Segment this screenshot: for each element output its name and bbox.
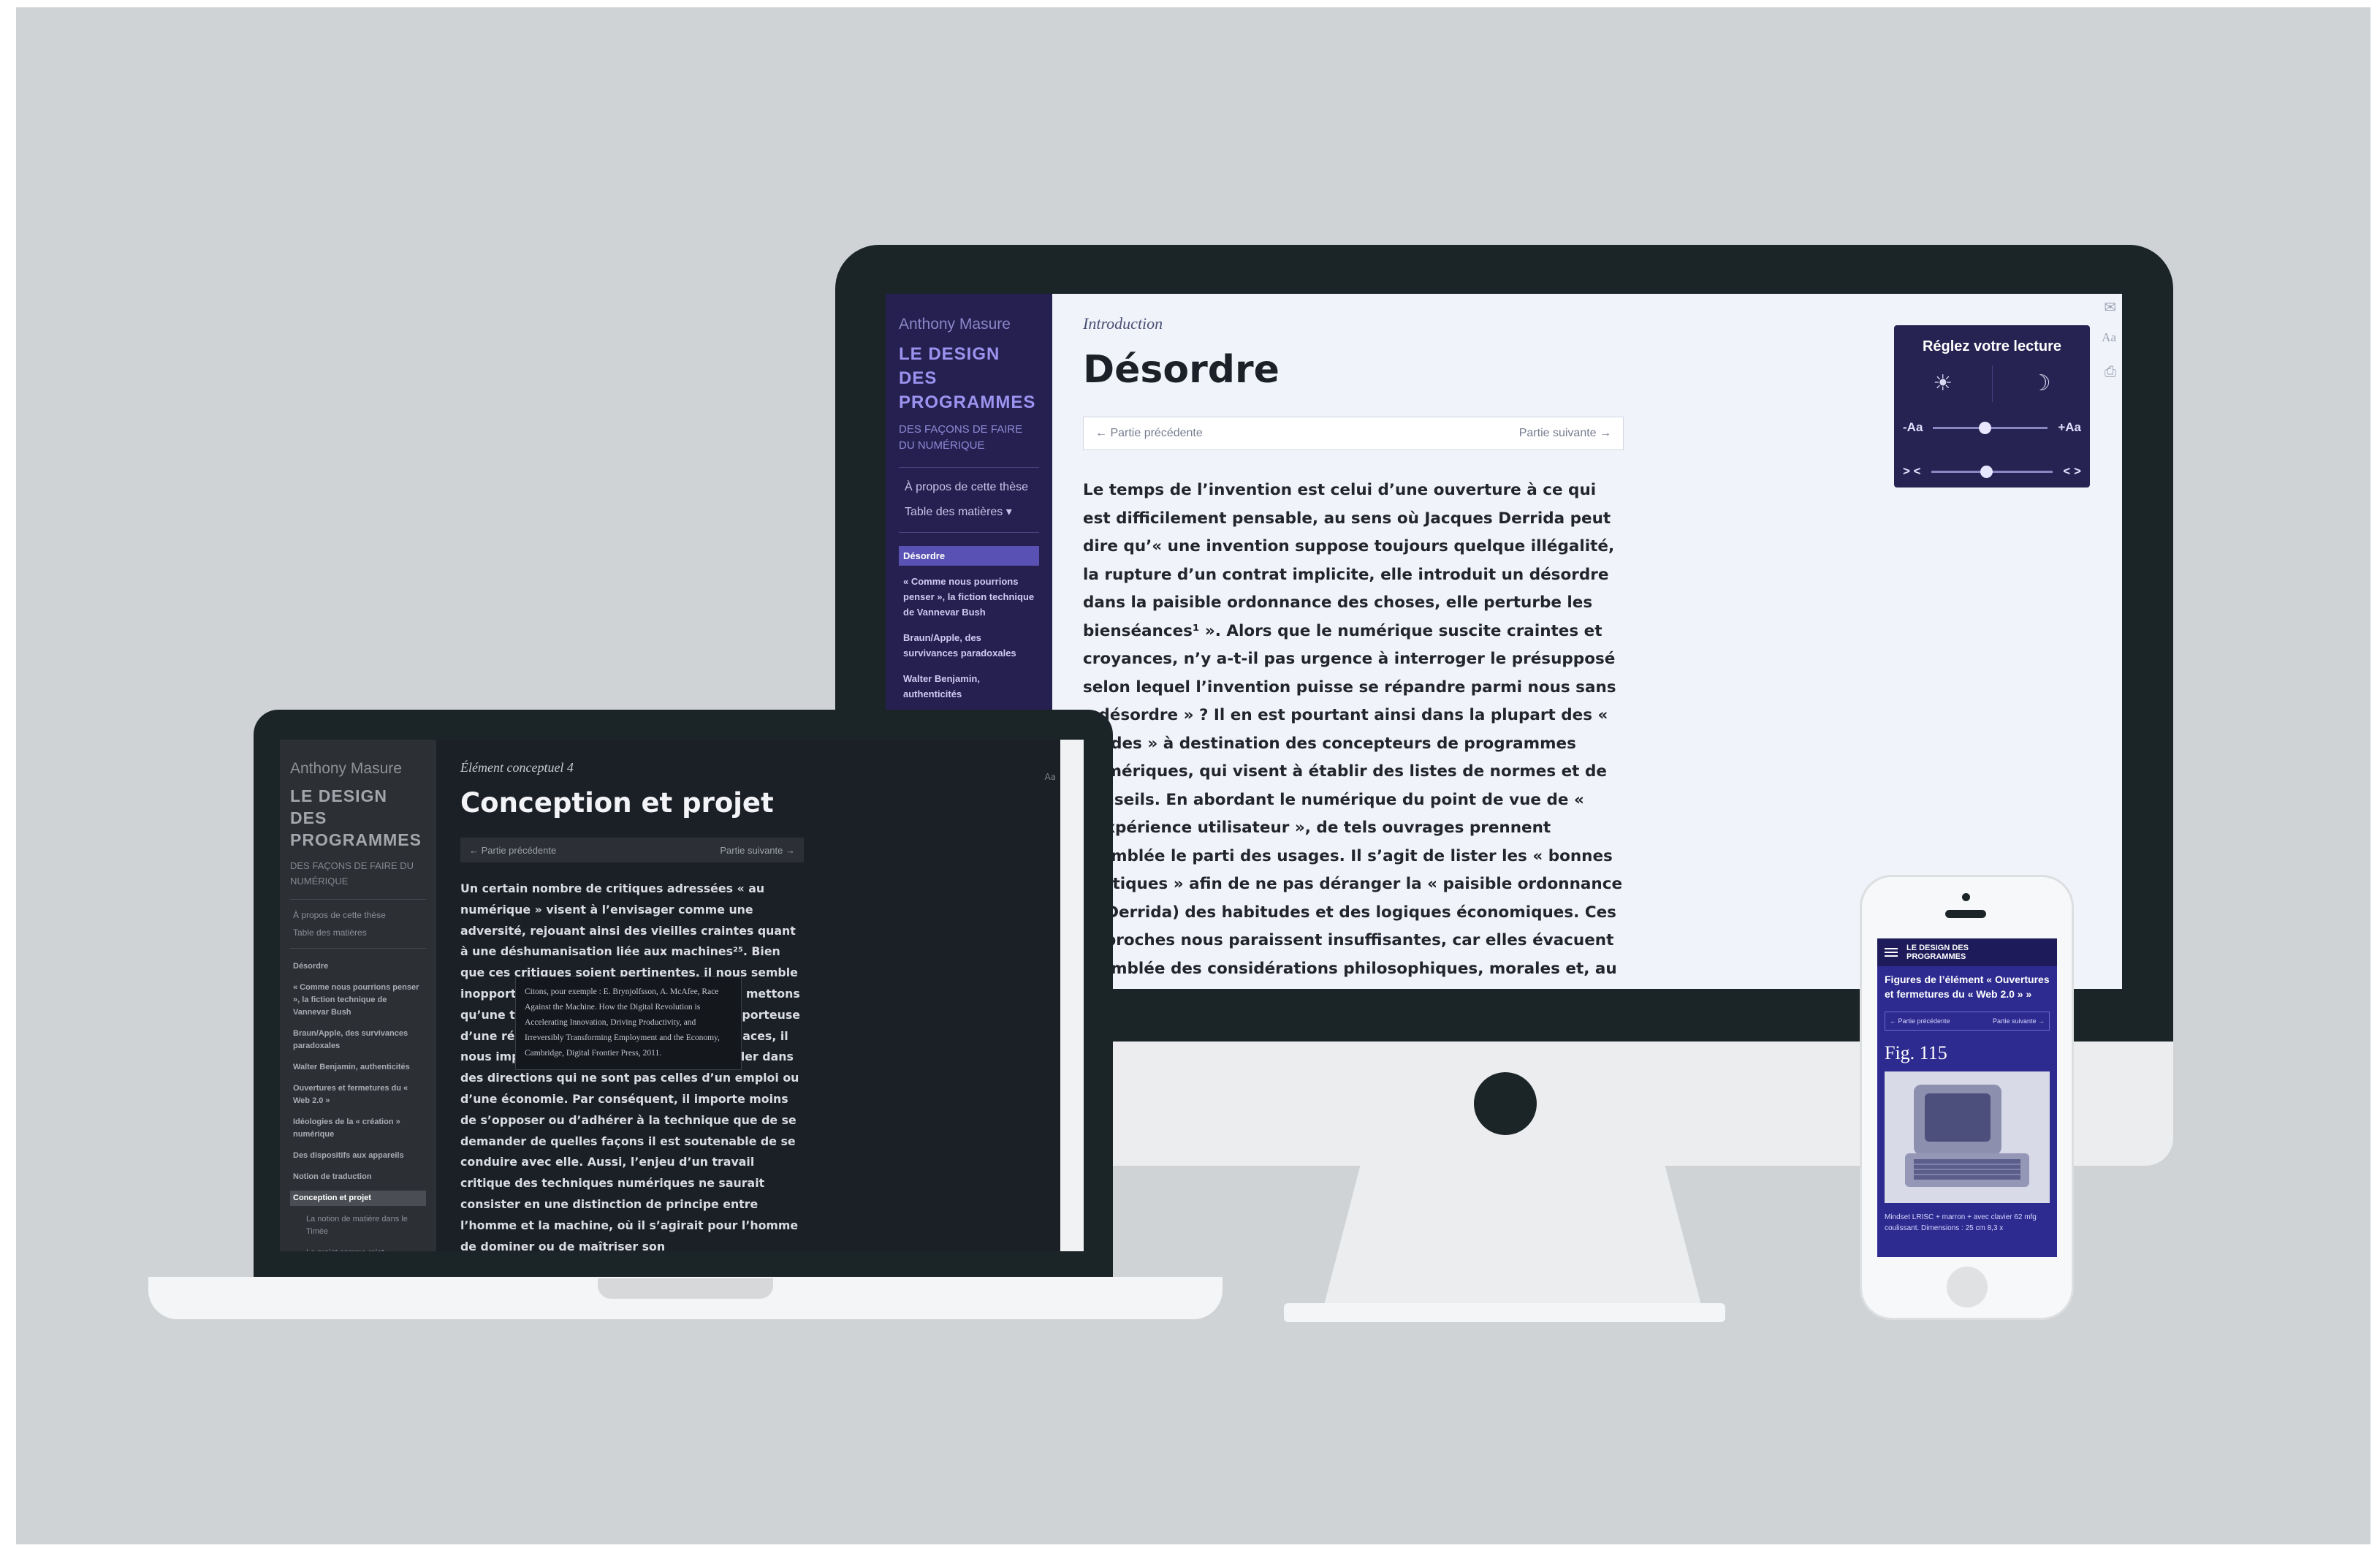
scrollbar[interactable] bbox=[1060, 740, 1084, 1251]
line-width-control: > < < > bbox=[1903, 453, 2081, 490]
footnote-tooltip: Citons, pour exemple : E. Brynjolfsson, … bbox=[515, 976, 742, 1070]
prev-part-link[interactable]: ← Partie précédente bbox=[1890, 1017, 1950, 1025]
print-icon[interactable]: ⎙ bbox=[2105, 363, 2116, 380]
computer-illustration-icon bbox=[1885, 1071, 2050, 1203]
toc-item[interactable]: Désordre bbox=[290, 959, 426, 974]
laptop-screen: Anthony Masure LE DESIGN DES PROGRAMMES … bbox=[280, 740, 1084, 1251]
toc-item[interactable]: Notion de traduction bbox=[290, 1169, 426, 1185]
font-size-increase[interactable]: +Aa bbox=[2058, 420, 2081, 435]
font-size-control: -Aa +Aa bbox=[1903, 409, 2081, 446]
next-part-link[interactable]: Partie suivante → bbox=[720, 845, 795, 856]
phone-speaker bbox=[1945, 910, 1986, 918]
toc-list: Désordre « Comme nous pourrions penser »… bbox=[290, 959, 426, 1251]
laptop-sidebar: Anthony Masure LE DESIGN DES PROGRAMMES … bbox=[280, 740, 436, 1251]
toc-item-active[interactable]: Conception et projet bbox=[290, 1191, 426, 1206]
toc-list: Désordre « Comme nous pourrions penser »… bbox=[899, 546, 1039, 704]
desktop-logo-dot bbox=[1474, 1072, 1537, 1135]
author-name[interactable]: Anthony Masure bbox=[899, 316, 1039, 333]
font-size-slider[interactable] bbox=[1933, 421, 2048, 434]
sidebar-divider bbox=[290, 899, 426, 900]
font-size-decrease[interactable]: -Aa bbox=[1903, 420, 1923, 435]
toc-item[interactable]: Walter Benjamin, authenticités bbox=[899, 669, 1039, 704]
font-size-slider-knob[interactable] bbox=[1979, 421, 1992, 434]
book-subtitle: DES FAÇONS DE FAIRE DU NUMÉRIQUE bbox=[899, 423, 1023, 452]
dark-mode-icon[interactable]: ☽ bbox=[1993, 365, 2091, 402]
about-link[interactable]: À propos de cette thèse bbox=[905, 481, 1039, 494]
prev-part-link[interactable]: ← Partie précédente bbox=[469, 845, 556, 856]
reading-panel-title: Réglez votre lecture bbox=[1922, 338, 2062, 354]
toc-item-active[interactable]: Désordre bbox=[899, 546, 1039, 566]
line-width-slider-knob[interactable] bbox=[1980, 465, 1993, 478]
page-title: Figures de l’élément « Ouvertures et fer… bbox=[1885, 974, 2050, 1000]
toc-item[interactable]: « Comme nous pourrions penser », la fict… bbox=[899, 572, 1039, 622]
desktop-stand-foot bbox=[1284, 1303, 1725, 1322]
chapter-pagination: ← Partie précédente Partie suivante → bbox=[1083, 417, 1624, 450]
toc-item[interactable]: Walter Benjamin, authenticités bbox=[290, 1060, 426, 1075]
line-width-increase[interactable]: < > bbox=[2063, 464, 2081, 479]
desktop-article: Introduction Désordre ← Partie précédent… bbox=[1083, 314, 1624, 989]
mail-icon[interactable]: ✉ bbox=[2104, 298, 2116, 316]
laptop-notch bbox=[598, 1278, 773, 1299]
reading-settings-icon[interactable]: Aa bbox=[2102, 330, 2116, 345]
phone-header: LE DESIGN DES PROGRAMMES bbox=[1877, 938, 2057, 966]
laptop-article: Élément conceptuel 4 Conception et proje… bbox=[460, 760, 804, 1251]
book-title[interactable]: LE DESIGN DES PROGRAMMES bbox=[290, 785, 426, 851]
author-name[interactable]: Anthony Masure bbox=[290, 760, 426, 778]
toc-subitem[interactable]: Le projet comme rejet bbox=[290, 1245, 426, 1251]
toc-toggle[interactable]: Table des matières ▾ bbox=[905, 504, 1039, 519]
sidebar-divider bbox=[290, 948, 426, 949]
phone-camera bbox=[1962, 893, 1970, 901]
toc-toggle[interactable]: Table des matières bbox=[293, 927, 426, 938]
toc-item[interactable]: « Comme nous pourrions penser », la fict… bbox=[290, 980, 426, 1020]
desktop-stand bbox=[1323, 1164, 1703, 1310]
phone-home-button[interactable] bbox=[1947, 1267, 1988, 1308]
toc-item[interactable]: Braun/Apple, des survivances paradoxales bbox=[290, 1026, 426, 1054]
light-mode-icon[interactable]: ☀ bbox=[1894, 365, 1993, 402]
about-link[interactable]: À propos de cette thèse bbox=[293, 910, 426, 920]
figure-caption: Mindset LRISC + marron + avec clavier 62… bbox=[1885, 1213, 2037, 1232]
line-width-slider[interactable] bbox=[1931, 465, 2053, 478]
book-title[interactable]: LE DESIGN DES PROGRAMMES bbox=[1906, 944, 1987, 961]
reading-settings-icon[interactable]: Aa bbox=[1044, 772, 1056, 782]
next-part-link[interactable]: Partie suivante → bbox=[1993, 1017, 2045, 1025]
reading-settings-panel: Réglez votre lecture ☀ ☽ -Aa +Aa > < < > bbox=[1894, 325, 2090, 487]
toc-item[interactable]: Braun/Apple, des survivances paradoxales bbox=[899, 628, 1039, 663]
line-width-decrease[interactable]: > < bbox=[1903, 464, 1921, 479]
chapter-pagination: ← Partie précédente Partie suivante → bbox=[460, 838, 804, 862]
toc-subitem[interactable]: La notion de matière dans le Timée bbox=[290, 1212, 426, 1240]
hamburger-menu-icon[interactable] bbox=[1885, 946, 1898, 959]
book-title[interactable]: LE DESIGN DES PROGRAMMES bbox=[899, 342, 1039, 414]
page-title: Désordre bbox=[1083, 348, 1280, 392]
toc-item[interactable]: Des dispositifs aux appareils bbox=[290, 1148, 426, 1164]
sidebar-divider bbox=[899, 467, 1039, 468]
book-subtitle: DES FAÇONS DE FAIRE DU NUMÉRIQUE bbox=[290, 860, 414, 887]
chapter-kicker: Élément conceptuel 4 bbox=[460, 760, 574, 775]
chapter-kicker: Introduction bbox=[1083, 314, 1163, 333]
article-body: Le temps de l’invention est celui d’une … bbox=[1083, 481, 1623, 989]
chapter-pagination: ← Partie précédente Partie suivante → bbox=[1885, 1012, 2050, 1031]
toc-item[interactable]: Idéologies de la « création » numérique bbox=[290, 1115, 426, 1142]
toc-item[interactable]: Ouvertures et fermetures du « Web 2.0 » bbox=[290, 1081, 426, 1109]
figure-image[interactable] bbox=[1885, 1071, 2050, 1203]
prev-part-link[interactable]: ← Partie précédente bbox=[1095, 427, 1203, 440]
sidebar-divider bbox=[899, 532, 1039, 533]
page-title: Conception et projet bbox=[460, 787, 774, 819]
next-part-link[interactable]: Partie suivante → bbox=[1519, 427, 1611, 440]
phone-screen: LE DESIGN DES PROGRAMMES Figures de l’él… bbox=[1877, 938, 2057, 1257]
theme-toggle: ☀ ☽ bbox=[1894, 365, 2090, 402]
figure-label: Fig. 115 bbox=[1885, 1042, 1947, 1063]
